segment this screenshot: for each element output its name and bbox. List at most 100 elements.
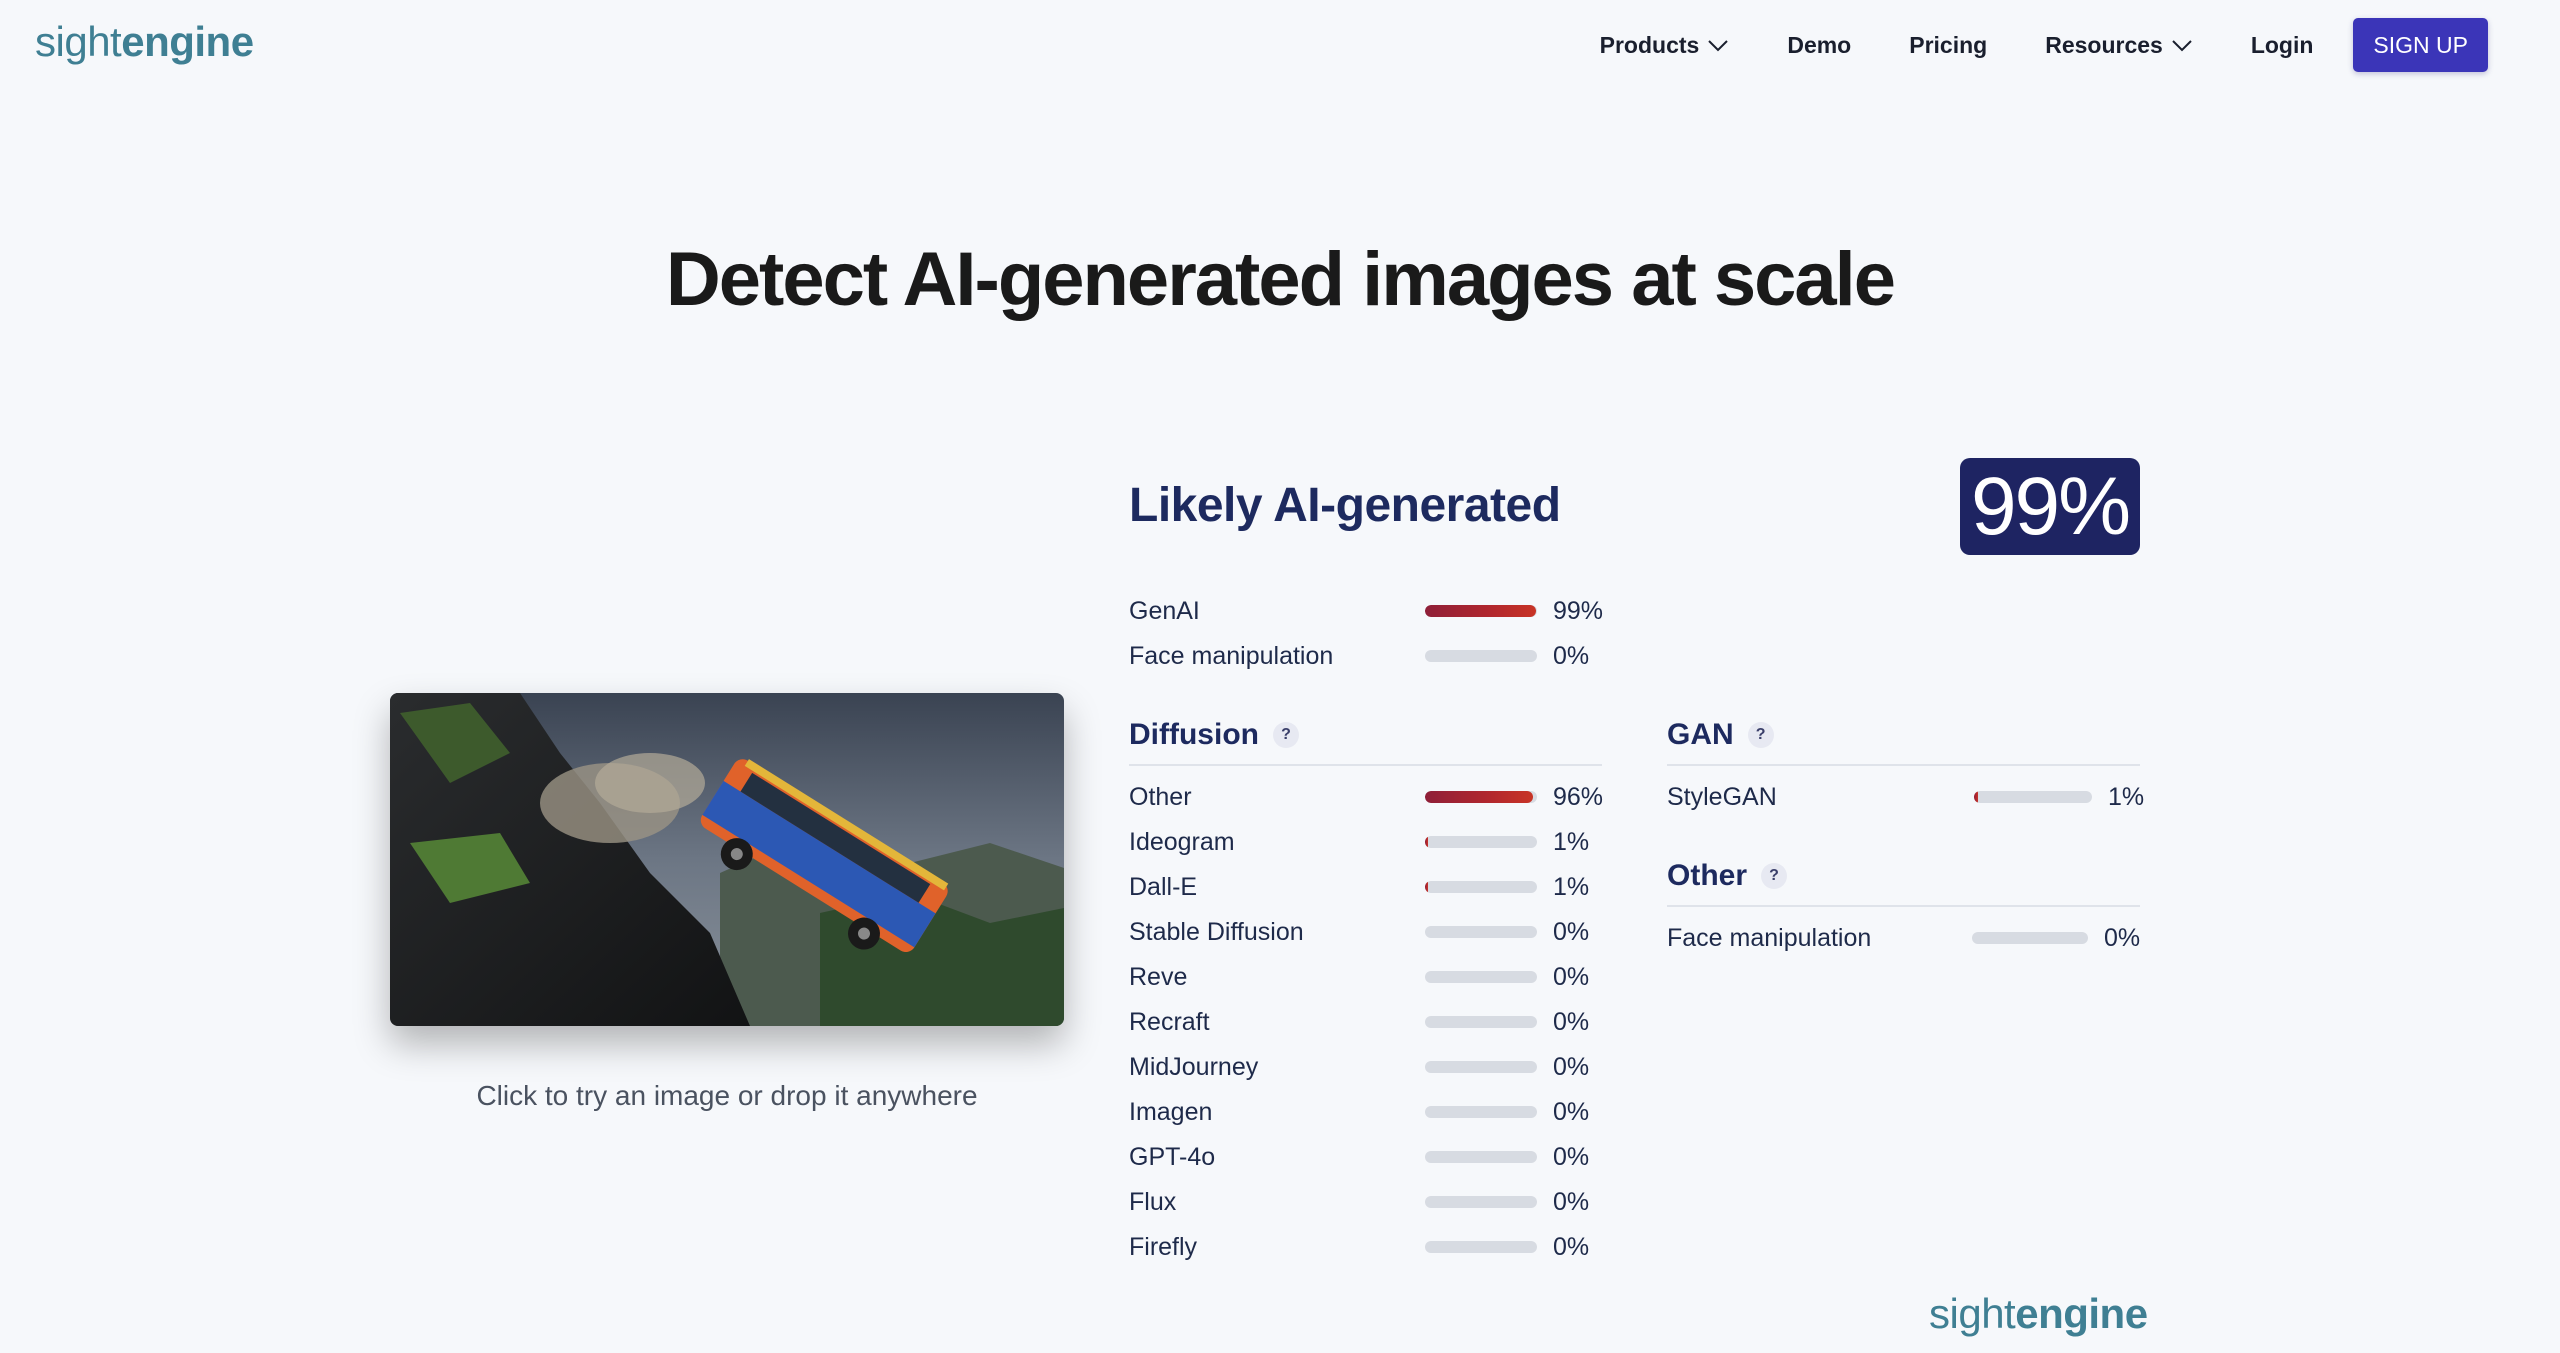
row-label: Imagen (1129, 1097, 1213, 1126)
row-percent: 0% (2104, 923, 2141, 952)
row-label: Recraft (1129, 1007, 1210, 1036)
row-percent: 1% (1553, 827, 1590, 856)
row-percent: 0% (1553, 1097, 1590, 1126)
diffusion-row: MidJourney 0% (1129, 1047, 1589, 1087)
row-percent: 0% (1553, 1007, 1590, 1036)
row-label: GenAI (1129, 596, 1200, 625)
row-percent: 1% (2108, 782, 2145, 811)
signup-button[interactable]: SIGN UP (2353, 18, 2488, 72)
row-label: MidJourney (1129, 1052, 1259, 1081)
score-bar (1425, 1196, 1537, 1208)
footer-logo-part2: engine (2015, 1290, 2148, 1337)
score-bar (1425, 605, 1537, 617)
score-bar (1425, 1151, 1537, 1163)
row-label: Ideogram (1129, 827, 1235, 856)
row-percent: 96% (1553, 782, 1604, 811)
other-header: Other ? (1667, 859, 2140, 907)
score-bar (1974, 791, 2092, 803)
row-label: Other (1129, 782, 1192, 811)
diffusion-row: Flux 0% (1129, 1182, 1589, 1222)
row-percent: 0% (1553, 917, 1590, 946)
nav-pricing[interactable]: Pricing (1909, 32, 1987, 59)
score-bar-fill (1425, 881, 1429, 893)
diffusion-row: Recraft 0% (1129, 1002, 1589, 1042)
diffusion-row: Dall-E 1% (1129, 867, 1589, 907)
verdict-title: Likely AI-generated (1129, 479, 1561, 532)
footer-logo-part1: sight (1929, 1290, 2016, 1337)
score-bar (1425, 1106, 1537, 1118)
score-bar-fill (1425, 836, 1429, 848)
brand-logo-part2: engine (121, 18, 254, 65)
nav-demo[interactable]: Demo (1787, 32, 1851, 59)
score-bar (1425, 971, 1537, 983)
score-bar (1425, 1061, 1537, 1073)
row-label: Dall-E (1129, 872, 1198, 901)
footer-brand-logo: sightengine (1929, 1290, 2148, 1338)
row-label: Face manipulation (1667, 923, 1872, 952)
score-bar (1425, 881, 1537, 893)
score-bar-fill (1974, 791, 1978, 803)
bus-on-cliff-image (390, 693, 1064, 1026)
score-bar-fill (1425, 605, 1536, 617)
score-bar (1425, 791, 1537, 803)
sample-image[interactable] (390, 693, 1064, 1026)
diffusion-row: Ideogram 1% (1129, 822, 1589, 862)
diffusion-row: Reve 0% (1129, 957, 1589, 997)
diffusion-header: Diffusion ? (1129, 718, 1602, 766)
row-percent: 0% (1553, 1052, 1590, 1081)
top-nav: Products Demo Pricing Resources Login SI… (1600, 18, 2488, 72)
sample-caption: Click to try an image or drop it anywher… (476, 1080, 978, 1111)
score-bar (1425, 1241, 1537, 1253)
section-title: Diffusion (1129, 718, 1259, 751)
section-title: GAN (1667, 718, 1734, 751)
row-percent: 0% (1553, 962, 1590, 991)
nav-demo-label: Demo (1787, 31, 1852, 58)
row-label: StyleGAN (1667, 782, 1777, 811)
diffusion-row: Other 96% (1129, 777, 1603, 817)
nav-resources[interactable]: Resources (2045, 32, 2193, 59)
row-percent: 0% (1553, 1187, 1590, 1216)
page: sightengine Products Demo Pricing Resour… (0, 0, 2560, 1353)
nav-login-label: Login (2250, 31, 2314, 58)
row-label: Stable Diffusion (1129, 917, 1304, 946)
row-label: Face manipulation (1129, 641, 1334, 670)
summary-row: Face manipulation 0% (1129, 636, 1589, 676)
chevron-down-icon (1708, 40, 1729, 52)
diffusion-row: Firefly 0% (1129, 1227, 1589, 1267)
row-label: Firefly (1129, 1232, 1198, 1261)
gan-row: StyleGAN 1% (1667, 777, 2144, 817)
score-bar (1425, 650, 1537, 662)
score-bar (1425, 926, 1537, 938)
other-row: Face manipulation 0% (1667, 918, 2140, 958)
help-icon[interactable]: ? (1761, 863, 1788, 889)
row-percent: 0% (1553, 641, 1590, 670)
row-label: GPT-4o (1129, 1142, 1216, 1171)
help-icon[interactable]: ? (1747, 722, 1774, 748)
help-icon[interactable]: ? (1272, 722, 1299, 748)
diffusion-row: Imagen 0% (1129, 1092, 1589, 1132)
row-label: Reve (1129, 962, 1188, 991)
summary-row: GenAI 99% (1129, 591, 1603, 631)
page-title: Detect AI-generated images at scale (665, 237, 1896, 322)
row-label: Flux (1129, 1187, 1177, 1216)
score-bar-fill (1425, 791, 1533, 803)
nav-login[interactable]: Login (2251, 32, 2314, 59)
section-title: Other (1667, 859, 1748, 892)
chevron-down-icon (2172, 40, 2192, 52)
diffusion-row: GPT-4o 0% (1129, 1137, 1589, 1177)
nav-products[interactable]: Products (1600, 32, 1730, 59)
score-bar (1425, 1016, 1537, 1028)
nav-pricing-label: Pricing (1909, 31, 1988, 58)
nav-resources-label: Resources (2045, 31, 2163, 58)
gan-header: GAN ? (1667, 718, 2140, 766)
row-percent: 0% (1553, 1232, 1590, 1261)
brand-logo-part1: sight (35, 18, 122, 65)
brand-logo[interactable]: sightengine (35, 18, 254, 66)
score-badge: 99% (1960, 458, 2140, 555)
score-bar (1425, 836, 1537, 848)
nav-products-label: Products (1599, 31, 1700, 58)
row-percent: 99% (1553, 596, 1604, 625)
row-percent: 1% (1553, 872, 1590, 901)
diffusion-row: Stable Diffusion 0% (1129, 912, 1589, 952)
row-percent: 0% (1553, 1142, 1590, 1171)
